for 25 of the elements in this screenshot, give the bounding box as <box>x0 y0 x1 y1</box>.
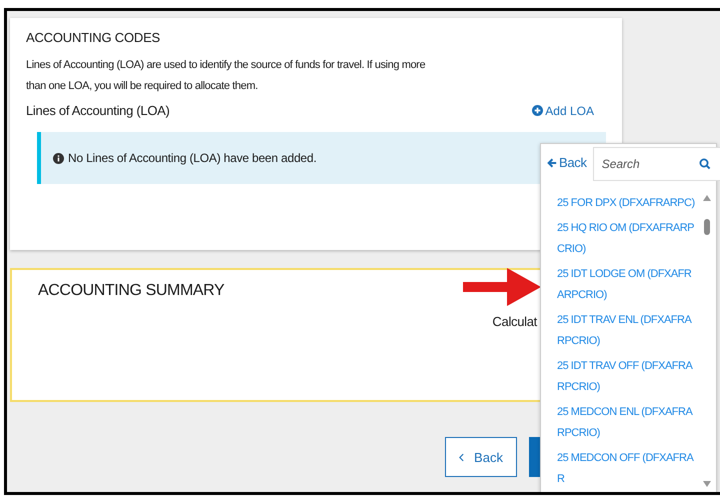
section-title: ACCOUNTING CODES <box>26 30 162 45</box>
scroll-thumb[interactable] <box>704 219 710 235</box>
loa-option[interactable]: 25 MEDCON OFF (DFXAFRAR <box>557 448 695 490</box>
calculate-label: Calculat <box>492 314 537 329</box>
back-link[interactable]: Back <box>547 155 587 170</box>
chevron-left-icon <box>459 452 464 462</box>
search-icon <box>698 158 711 170</box>
plus-circle-icon <box>532 105 544 116</box>
info-icon <box>53 152 64 164</box>
loa-option[interactable]: 25 IDT TRAV ENL (DFXAFRARPCRIO) <box>557 310 695 352</box>
scroll-down-icon[interactable] <box>703 481 711 487</box>
loa-option[interactable]: 25 IDT TRAV OFF (DFXAFRARPCRIO) <box>557 356 695 398</box>
loa-heading: Lines of Accounting (LOA) <box>26 103 170 118</box>
back-button[interactable]: Back <box>445 437 517 477</box>
arrow-left-icon <box>547 158 557 168</box>
loa-option[interactable]: 25 MEDCON ENL (DFXAFRARPCRIO) <box>557 402 695 444</box>
search-field[interactable]: Search <box>592 147 720 181</box>
loa-option[interactable]: 25 FOR DPX (DFXAFRARPC) <box>557 193 695 214</box>
loa-option[interactable]: 25 IDT LODGE OM (DFXAFRARPCRIO) <box>557 264 695 306</box>
description-text: Lines of Accounting (LOA) are used to identify the source of funds for travel. If using more than one LOA, you will be required to allocate them. <box>26 58 426 94</box>
scroll-up-icon[interactable] <box>703 195 711 201</box>
summary-title: ACCOUNTING SUMMARY <box>38 282 224 300</box>
add-loa-link[interactable]: Add LOA <box>532 104 594 118</box>
loa-option[interactable]: 25 HQ RIO OM (DFXAFRARPCRIO) <box>557 218 695 260</box>
alert-text: No Lines of Accounting (LOA) have been added. <box>68 151 317 165</box>
